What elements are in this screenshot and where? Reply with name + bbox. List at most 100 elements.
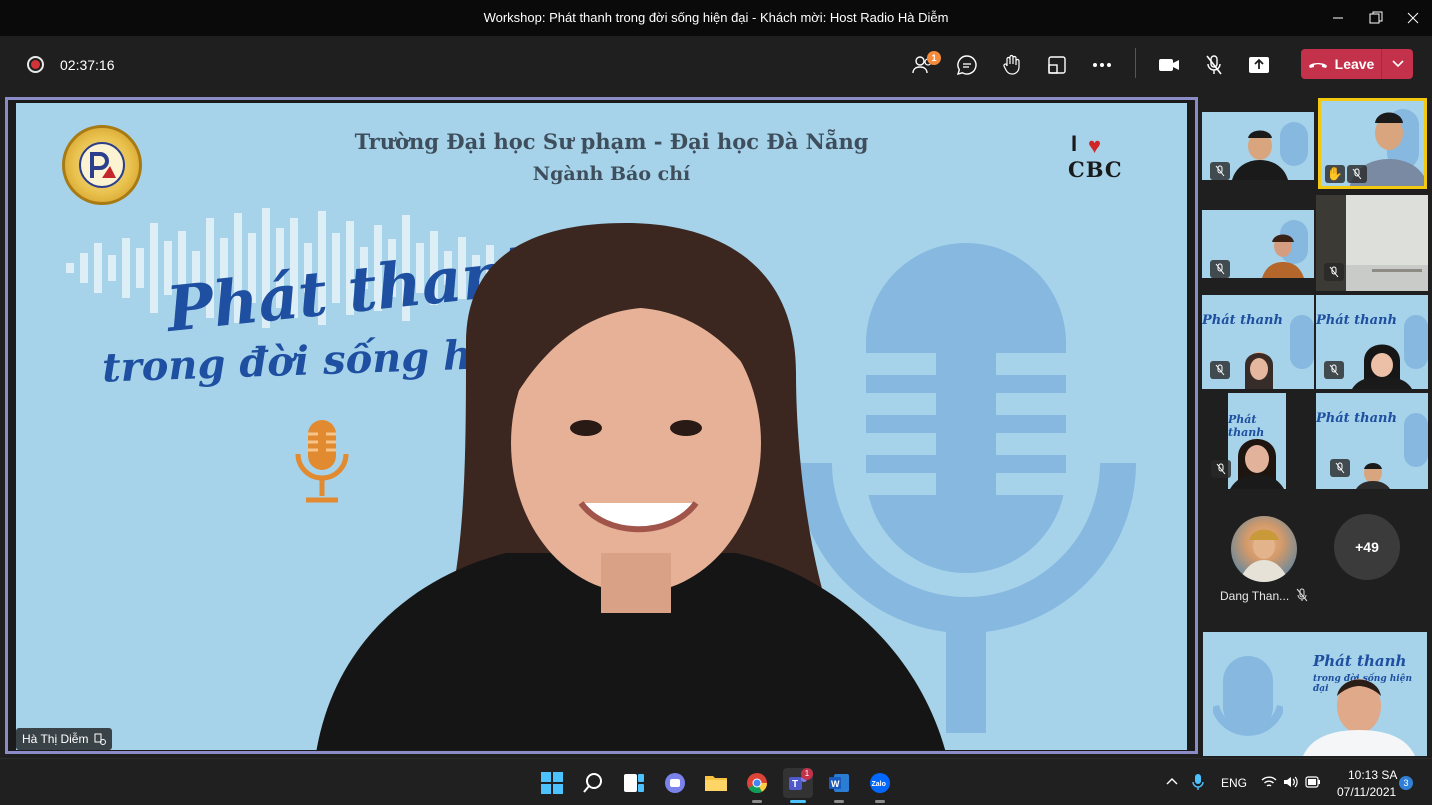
title-bar: Workshop: Phát thanh trong đời sống hiện…	[0, 0, 1432, 36]
speaker-figure	[316, 223, 946, 750]
raise-hand-icon	[1003, 54, 1020, 75]
svg-text:T: T	[792, 779, 798, 790]
participant-tile[interactable]: Phát thanh	[1316, 393, 1428, 489]
zalo-running-indicator	[875, 800, 885, 803]
teams-badge: 1	[801, 768, 813, 780]
participant-avatar[interactable]	[1231, 516, 1297, 582]
clock-time[interactable]: 10:13 SA	[1348, 768, 1397, 782]
video-stage: Trường Đại học Sư phạm - Đại học Đà Nẵng…	[16, 103, 1187, 750]
mic-muted-icon	[1215, 364, 1225, 376]
teams-button[interactable]: T 1	[783, 768, 813, 798]
volume-icon[interactable]	[1283, 775, 1299, 789]
zalo-icon: Zalo	[870, 773, 890, 793]
share-tray-icon	[1249, 57, 1269, 73]
mic-muted-icon	[1335, 462, 1345, 474]
breakout-rooms-icon	[1048, 56, 1066, 74]
raised-hand-indicator: ✋	[1325, 165, 1345, 183]
chat-button[interactable]	[951, 49, 983, 81]
mic-muted-icon	[1296, 588, 1308, 602]
minimize-icon	[1333, 17, 1343, 19]
participants-button[interactable]: 1	[907, 49, 941, 81]
speaker-name-tag: Hà Thị Diễm	[16, 728, 113, 750]
mic-muted-icon	[1215, 165, 1225, 177]
mic-button[interactable]	[1198, 49, 1230, 81]
leave-options-button[interactable]	[1382, 49, 1413, 79]
mic-muted-indicator	[1210, 260, 1230, 278]
meeting-timer: 02:37:16	[60, 57, 115, 73]
leave-control: Leave	[1301, 49, 1413, 79]
clock-date[interactable]: 07/11/2021	[1337, 785, 1396, 799]
svg-text:Zalo: Zalo	[872, 781, 886, 788]
teams-chat-icon	[665, 773, 685, 793]
start-button[interactable]	[537, 768, 567, 798]
mic-muted-indicator	[1347, 165, 1367, 183]
participant-video	[1232, 130, 1288, 180]
participant-tile[interactable]: Phát thanh	[1202, 295, 1314, 389]
toolbar-divider	[1135, 48, 1136, 78]
microphone-in-use-icon[interactable]	[1192, 773, 1204, 791]
mic-muted-icon	[1215, 263, 1225, 275]
participant-video	[1352, 344, 1412, 389]
minimize-button[interactable]	[1318, 0, 1358, 36]
mic-muted-indicator	[1324, 361, 1344, 379]
chat-app-button[interactable]	[660, 768, 690, 798]
wifi-icon[interactable]	[1261, 775, 1277, 789]
close-button[interactable]	[1393, 0, 1432, 36]
speaker-options-icon	[94, 733, 107, 745]
zalo-button[interactable]: Zalo	[865, 768, 895, 798]
leave-button[interactable]: Leave	[1301, 49, 1381, 79]
participant-video	[1262, 234, 1304, 278]
reactions-button[interactable]	[996, 49, 1028, 81]
video-camera-icon	[1159, 59, 1179, 71]
meeting-toolbar: 02:37:16 1 Leave	[0, 36, 1432, 94]
window-title: Workshop: Phát thanh trong đời sống hiện…	[483, 10, 949, 25]
participant-video	[1245, 352, 1273, 389]
folder-icon	[705, 776, 727, 791]
presenter-tile[interactable]: Phát thanh trong đời sống hiện đại	[1203, 632, 1427, 756]
department-name: Ngành Báo chí	[532, 163, 691, 185]
show-hidden-icons-chevron-icon[interactable]	[1166, 777, 1178, 785]
maximize-button[interactable]	[1356, 0, 1396, 36]
search-button[interactable]	[578, 768, 608, 798]
participant-tile[interactable]	[1202, 112, 1314, 180]
share-screen-button[interactable]	[1243, 49, 1275, 81]
word-running-indicator	[834, 800, 844, 803]
task-view-button[interactable]	[619, 768, 649, 798]
mic-muted-indicator	[1211, 460, 1231, 478]
mic-muted-icon	[1329, 266, 1339, 278]
participant-tile[interactable]: Phát thanh	[1228, 393, 1286, 489]
battery-icon[interactable]	[1305, 776, 1321, 788]
notification-count-badge[interactable]: 3	[1399, 776, 1413, 790]
leave-label: Leave	[1334, 56, 1375, 72]
chrome-running-indicator	[752, 800, 762, 803]
word-icon: W	[829, 774, 849, 792]
file-explorer-button[interactable]	[701, 768, 731, 798]
rooms-button[interactable]	[1041, 49, 1073, 81]
word-button[interactable]: W	[824, 768, 854, 798]
mic-muted-icon	[1206, 55, 1222, 75]
participant-tile[interactable]	[1316, 195, 1428, 291]
participant-tile[interactable]	[1202, 210, 1314, 278]
more-participants-button[interactable]: +49	[1334, 514, 1400, 580]
participant-avatar-name: Dang Than...	[1220, 589, 1290, 603]
more-actions-button[interactable]	[1086, 49, 1118, 81]
task-view-icon	[624, 774, 644, 792]
search-icon	[583, 773, 602, 793]
more-icon	[1093, 63, 1111, 67]
participant-video	[1230, 439, 1284, 489]
recording-indicator-icon	[27, 56, 44, 73]
main-speaker-video[interactable]: Trường Đại học Sư phạm - Đại học Đà Nẵng…	[5, 97, 1198, 754]
input-language-indicator[interactable]: ENG	[1221, 776, 1247, 790]
close-icon	[1407, 12, 1419, 24]
mic-muted-icon	[1329, 364, 1339, 376]
cbc-logo: I ♥ CBC	[1068, 131, 1123, 182]
mic-muted-icon	[1216, 463, 1226, 475]
windows-logo-icon	[541, 772, 563, 794]
participant-tile-hand-raised[interactable]: ✋	[1318, 98, 1427, 189]
heart-icon: ♥	[1088, 133, 1102, 158]
mic-muted-indicator	[1324, 263, 1344, 281]
participant-tile[interactable]: Phát thanh	[1316, 295, 1428, 389]
mic-muted-indicator	[1210, 361, 1230, 379]
camera-button[interactable]	[1153, 49, 1185, 81]
chrome-button[interactable]	[742, 768, 772, 798]
